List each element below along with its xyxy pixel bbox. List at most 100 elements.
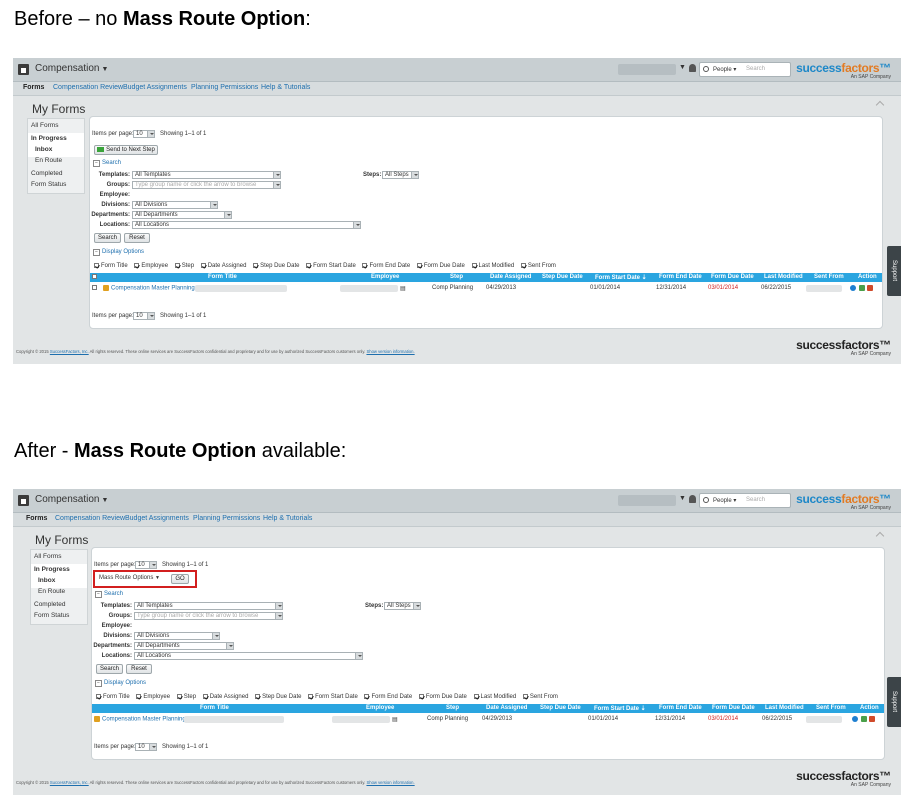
module-picker[interactable]: Compensation ▼: [35, 494, 108, 505]
col-form-start-date[interactable]: Form Start Date ⇣: [595, 274, 647, 281]
departments-select[interactable]: All Departments: [132, 211, 232, 219]
chevron-up-icon[interactable]: [875, 531, 885, 541]
export-icon[interactable]: [859, 285, 865, 291]
route-icon[interactable]: [869, 716, 875, 722]
steps-select[interactable]: All Steps: [384, 602, 421, 610]
row-checkbox[interactable]: [92, 285, 99, 291]
col-date-assigned[interactable]: Date Assigned: [490, 274, 531, 280]
search-section-toggle[interactable]: Search: [93, 160, 121, 167]
display-option-form-end-date[interactable]: Form End Date: [364, 694, 412, 700]
left-nav-form-status[interactable]: Form Status: [31, 181, 66, 188]
col-form-due-date[interactable]: Form Due Date: [711, 274, 754, 280]
col-employee[interactable]: Employee: [371, 274, 399, 280]
employee-card-icon[interactable]: ▤: [392, 716, 398, 723]
col-form-due-date[interactable]: Form Due Date: [712, 705, 755, 711]
left-nav-completed[interactable]: Completed: [34, 601, 65, 608]
nav-budget-assignments[interactable]: Budget Assignments: [125, 515, 189, 522]
support-tab[interactable]: Support: [887, 246, 901, 296]
display-option-form-end-date[interactable]: Form End Date: [362, 263, 410, 269]
select-all-checkbox[interactable]: [92, 274, 99, 280]
footer-company-link[interactable]: SuccessFactors, Inc.: [50, 780, 89, 785]
export-icon[interactable]: [861, 716, 867, 722]
nav-planning-permissions[interactable]: Planning Permissions: [191, 84, 258, 91]
search-button[interactable]: Search: [96, 664, 123, 674]
templates-select[interactable]: All Templates: [134, 602, 283, 610]
home-icon[interactable]: [18, 64, 29, 75]
left-nav-en-route[interactable]: En Route: [38, 588, 65, 595]
footer-company-link[interactable]: SuccessFactors, Inc.: [50, 349, 89, 354]
display-option-employee[interactable]: Employee: [136, 694, 170, 700]
search-input[interactable]: Search: [746, 66, 765, 72]
display-option-last-modified[interactable]: Last Modified: [473, 694, 516, 700]
info-icon[interactable]: [850, 285, 856, 291]
route-icon[interactable]: [867, 285, 873, 291]
nav-forms[interactable]: Forms: [26, 515, 47, 522]
nav-forms[interactable]: Forms: [23, 84, 44, 91]
search-button[interactable]: Search: [94, 233, 121, 243]
col-sent-from[interactable]: Sent From: [814, 274, 844, 280]
row-form-title[interactable]: Compensation Master Planning: [103, 285, 195, 292]
display-option-step[interactable]: Step: [176, 694, 196, 700]
employee-card-icon[interactable]: ▤: [400, 285, 406, 292]
left-nav-form-status[interactable]: Form Status: [34, 612, 69, 619]
display-option-form-title[interactable]: Form Title: [94, 263, 128, 269]
row-form-title[interactable]: Compensation Master Planning: [94, 716, 186, 723]
people-search[interactable]: People ▾ Search: [699, 493, 791, 508]
support-tab[interactable]: Support: [887, 677, 901, 727]
left-nav-completed[interactable]: Completed: [31, 170, 62, 177]
people-search[interactable]: People ▾ Search: [699, 62, 791, 77]
locations-select[interactable]: All Locations: [134, 652, 363, 660]
user-name-blurred[interactable]: [618, 64, 676, 75]
items-per-page-select[interactable]: 10: [135, 561, 157, 569]
col-form-end-date[interactable]: Form End Date: [659, 705, 702, 711]
groups-input[interactable]: Type group name or click the arrow to br…: [132, 181, 281, 189]
send-to-next-step-button[interactable]: Send to Next Step: [94, 145, 158, 155]
display-option-employee[interactable]: Employee: [134, 263, 168, 269]
nav-budget-assignments[interactable]: Budget Assignments: [123, 84, 187, 91]
chevron-down-icon[interactable]: ▼: [679, 495, 686, 502]
search-input[interactable]: Search: [746, 497, 765, 503]
col-last-modified[interactable]: Last Modified: [765, 705, 804, 711]
nav-help-tutorials[interactable]: Help & Tutorials: [263, 515, 312, 522]
col-form-end-date[interactable]: Form End Date: [659, 274, 702, 280]
col-date-assigned[interactable]: Date Assigned: [486, 705, 527, 711]
display-option-step[interactable]: Step: [174, 263, 194, 269]
user-name-blurred[interactable]: [618, 495, 676, 506]
left-nav-inbox[interactable]: Inbox: [38, 577, 55, 584]
display-option-form-start-date[interactable]: Form Start Date: [308, 694, 358, 700]
search-scope[interactable]: People ▾: [713, 66, 736, 73]
col-form-title[interactable]: Form Title: [200, 705, 229, 711]
display-option-sent-from[interactable]: Sent From: [522, 694, 558, 700]
display-option-date-assigned[interactable]: Date Assigned: [202, 694, 248, 700]
display-option-form-due-date[interactable]: Form Due Date: [416, 263, 465, 269]
left-nav-in-progress[interactable]: In Progress: [31, 135, 67, 142]
col-step[interactable]: Step: [450, 274, 463, 280]
locations-select[interactable]: All Locations: [132, 221, 361, 229]
col-form-title[interactable]: Form Title: [208, 274, 237, 280]
go-button[interactable]: GO: [171, 574, 189, 584]
chevron-up-icon[interactable]: [875, 100, 885, 110]
nav-planning-permissions[interactable]: Planning Permissions: [193, 515, 260, 522]
items-per-page-select[interactable]: 10: [135, 743, 157, 751]
col-sent-from[interactable]: Sent From: [816, 705, 846, 711]
col-employee[interactable]: Employee: [366, 705, 394, 711]
reset-button[interactable]: Reset: [126, 664, 152, 674]
items-per-page-select[interactable]: 10: [133, 130, 155, 138]
col-last-modified[interactable]: Last Modified: [764, 274, 803, 280]
search-section-toggle[interactable]: Search: [95, 591, 123, 598]
col-step[interactable]: Step: [446, 705, 459, 711]
steps-select[interactable]: All Steps: [382, 171, 419, 179]
display-option-form-title[interactable]: Form Title: [96, 694, 130, 700]
display-option-step-due-date[interactable]: Step Due Date: [255, 694, 301, 700]
divisions-select[interactable]: All Divisions: [134, 632, 220, 640]
templates-select[interactable]: All Templates: [132, 171, 281, 179]
nav-help-tutorials[interactable]: Help & Tutorials: [261, 84, 310, 91]
divisions-select[interactable]: All Divisions: [132, 201, 218, 209]
items-per-page-select[interactable]: 10: [133, 312, 155, 320]
bell-icon[interactable]: [689, 495, 696, 503]
display-option-sent-from[interactable]: Sent From: [520, 263, 556, 269]
reset-button[interactable]: Reset: [124, 233, 150, 243]
left-nav-inbox[interactable]: Inbox: [35, 146, 52, 153]
departments-select[interactable]: All Departments: [134, 642, 234, 650]
nav-compensation-review[interactable]: Compensation Review: [55, 515, 125, 522]
